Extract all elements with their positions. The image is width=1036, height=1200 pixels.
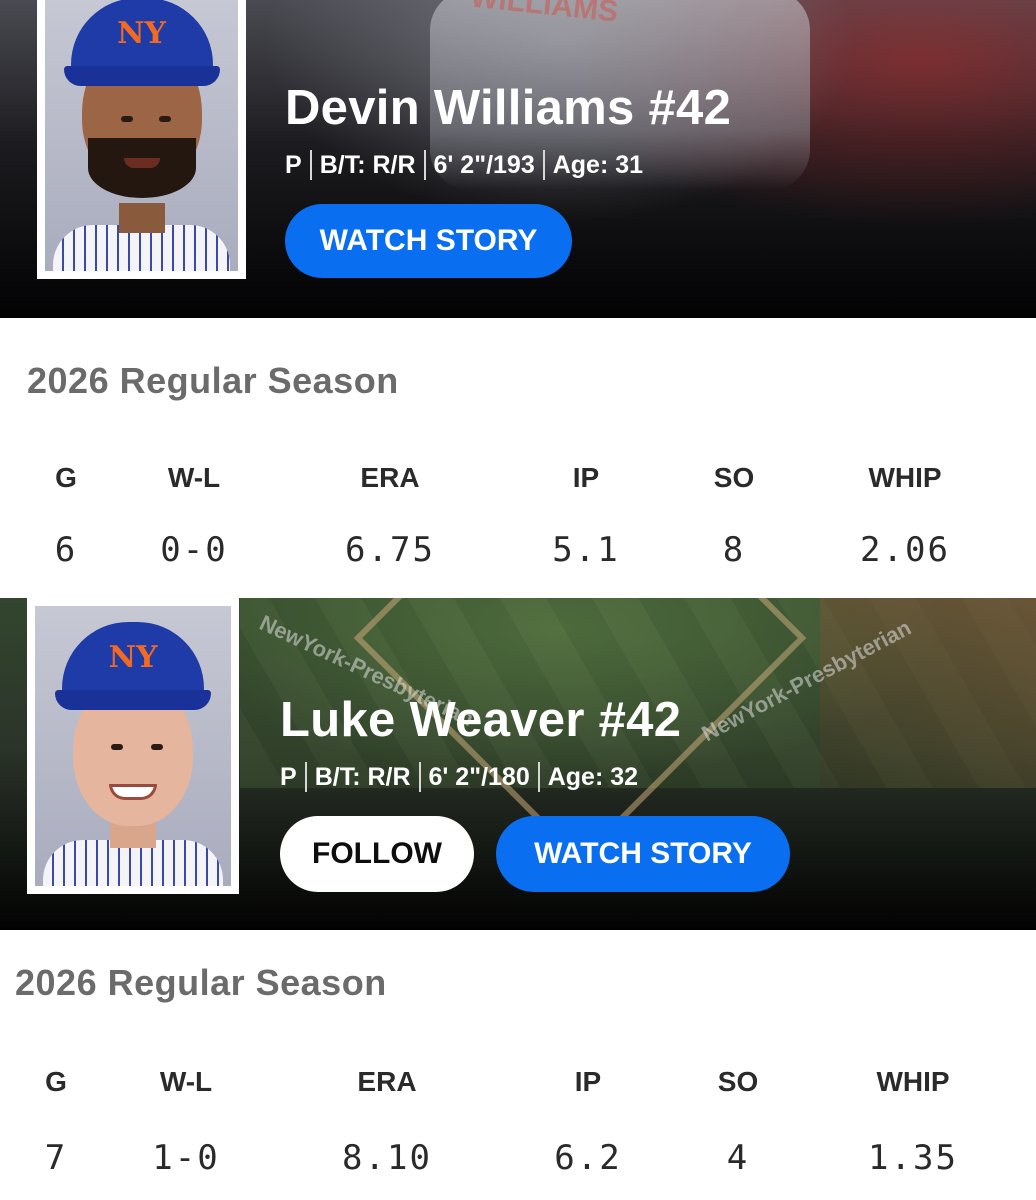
player-bio: P B/T: R/R 6' 2"/180 Age: 32 bbox=[280, 762, 790, 792]
season-title: 2026 Regular Season bbox=[15, 962, 387, 1003]
stat-header: W-L bbox=[159, 1066, 213, 1097]
watch-story-button[interactable]: WATCH STORY bbox=[285, 204, 572, 278]
bio-height-weight: 6' 2"/180 bbox=[428, 762, 530, 791]
follow-button[interactable]: FOLLOW bbox=[280, 816, 474, 892]
stat-value: 8.10 bbox=[342, 1138, 432, 1178]
bio-divider bbox=[542, 150, 545, 180]
stat-value: 1.35 bbox=[868, 1138, 958, 1178]
stat-header: ERA bbox=[360, 462, 420, 493]
player-hero-2: NewYork-Presbyterian NewYork-Presbyteria… bbox=[0, 598, 1036, 930]
stat-value: 8 bbox=[722, 530, 746, 570]
stat-header: WHIP bbox=[868, 462, 942, 493]
player-headshot[interactable]: NY bbox=[37, 0, 246, 279]
watch-story-button[interactable]: WATCH STORY bbox=[496, 816, 790, 892]
bio-divider bbox=[537, 762, 540, 792]
bio-divider bbox=[304, 762, 307, 792]
stat-column-whip: WHIP 2.06 bbox=[860, 462, 950, 570]
stat-value: 5.1 bbox=[552, 530, 620, 570]
bio-age: Age: 31 bbox=[552, 150, 644, 179]
player-bio: P B/T: R/R 6' 2"/193 Age: 31 bbox=[285, 150, 731, 180]
stat-column-g: G 7 bbox=[45, 1066, 67, 1178]
stat-value: 6 bbox=[54, 530, 78, 570]
bio-position: P bbox=[280, 762, 297, 791]
stat-column-g: G 6 bbox=[55, 462, 77, 570]
stat-value: 0-0 bbox=[160, 530, 228, 570]
stat-column-whip: WHIP 1.35 bbox=[868, 1066, 958, 1178]
bio-bats-throws: B/T: R/R bbox=[319, 150, 416, 179]
stat-header: ERA bbox=[357, 1066, 417, 1097]
stat-header: G bbox=[55, 462, 77, 493]
stat-value: 7 bbox=[44, 1138, 68, 1178]
stat-column-so: SO 8 bbox=[714, 462, 754, 570]
stat-column-wl: W-L 0-0 bbox=[160, 462, 227, 570]
player-hero-1: WILLIAMS NY Devin Williams #42 P B/T: R/… bbox=[0, 0, 1036, 318]
stat-header: IP bbox=[574, 1066, 602, 1097]
ny-logo-icon: NY bbox=[117, 16, 166, 51]
stat-header: SO bbox=[717, 1066, 759, 1097]
stat-value: 6.2 bbox=[554, 1138, 622, 1178]
bio-position: P bbox=[285, 150, 302, 179]
stat-header: IP bbox=[572, 462, 600, 493]
player-name: Luke Weaver #42 bbox=[280, 693, 682, 747]
stat-header: G bbox=[45, 1066, 67, 1097]
stat-column-era: ERA 6.75 bbox=[345, 462, 435, 570]
stat-column-ip: IP 6.2 bbox=[554, 1066, 621, 1178]
stat-value: 2.06 bbox=[860, 530, 950, 570]
bio-bats-throws: B/T: R/R bbox=[314, 762, 411, 791]
stat-column-era: ERA 8.10 bbox=[342, 1066, 432, 1178]
stat-value: 1-0 bbox=[152, 1138, 220, 1178]
bio-divider bbox=[309, 150, 312, 180]
field-dirt bbox=[820, 598, 1036, 788]
bio-age: Age: 32 bbox=[547, 762, 639, 791]
bio-divider bbox=[423, 150, 426, 180]
bio-height-weight: 6' 2"/193 bbox=[433, 150, 535, 179]
stat-value: 4 bbox=[726, 1138, 750, 1178]
stat-header: SO bbox=[713, 462, 755, 493]
player-headshot[interactable]: NY bbox=[27, 598, 239, 894]
stat-column-wl: W-L 1-0 bbox=[152, 1066, 219, 1178]
stat-header: WHIP bbox=[876, 1066, 950, 1097]
stat-header: W-L bbox=[167, 462, 221, 493]
ny-logo-icon: NY bbox=[108, 640, 158, 675]
season-title: 2026 Regular Season bbox=[27, 360, 399, 401]
bio-divider bbox=[418, 762, 421, 792]
stat-value: 6.75 bbox=[345, 530, 435, 570]
player-name: Devin Williams #42 bbox=[285, 81, 732, 135]
stat-column-ip: IP 5.1 bbox=[552, 462, 619, 570]
stat-column-so: SO 4 bbox=[718, 1066, 758, 1178]
